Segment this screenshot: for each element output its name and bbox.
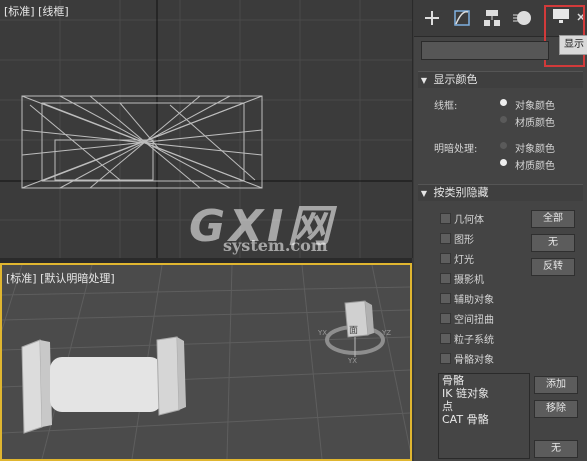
list-item[interactable]: CAT 骨骼: [439, 413, 529, 426]
shapes-label: 图形: [454, 235, 474, 246]
wireframe-label: 线框:: [434, 101, 458, 112]
bone-objects-checkbox[interactable]: [440, 353, 451, 364]
shaded-material-color-radio[interactable]: [500, 159, 507, 166]
modify-icon[interactable]: [450, 6, 474, 30]
lights-label: 灯光: [454, 255, 474, 266]
hierarchy-icon[interactable]: [480, 6, 504, 30]
gizmo-axis-label: YZ: [382, 329, 392, 337]
none-button-bottom[interactable]: 无: [534, 440, 578, 458]
shaded-label: 明暗处理:: [434, 144, 478, 155]
watermark: GXI网 system.com: [189, 190, 364, 260]
display-tooltip: 显示: [559, 35, 587, 55]
spool-object: [21, 336, 186, 434]
object-name-field[interactable]: [421, 41, 549, 60]
none-button[interactable]: 无: [531, 234, 575, 252]
perspective-viewport-label[interactable]: [标准] [默认明暗处理]: [6, 270, 115, 286]
invert-button[interactable]: 反转: [531, 258, 575, 276]
particle-systems-label: 粒子系统: [454, 335, 494, 346]
hide-category-list[interactable]: 骨骼 IK 链对象 点 CAT 骨骼: [438, 373, 530, 459]
watermark-url: system.com: [223, 236, 328, 255]
create-icon[interactable]: [420, 6, 444, 30]
space-warps-label: 空间扭曲: [454, 315, 494, 326]
top-viewport-label[interactable]: [标准] [线框]: [4, 3, 69, 19]
wireframe-object-color-label: 对象颜色: [515, 101, 555, 112]
list-item[interactable]: 点: [439, 400, 529, 413]
wireframe-object-color-radio[interactable]: [500, 99, 507, 106]
shaded-object-color-radio[interactable]: [500, 142, 507, 149]
wireframe-material-color-label: 材质颜色: [515, 118, 555, 129]
wireframe-object: [21, 95, 263, 189]
space-warps-checkbox[interactable]: [440, 313, 451, 324]
cameras-label: 摄影机: [454, 275, 484, 286]
helpers-label: 辅助对象: [454, 295, 494, 306]
collapse-arrow-icon: ▼: [420, 189, 428, 198]
hide-by-category-rollout[interactable]: ▼ 按类别隐藏: [418, 184, 583, 201]
remove-button[interactable]: 移除: [534, 400, 578, 418]
list-item[interactable]: 骨骼: [439, 374, 529, 387]
rollout-title: 按类别隐藏: [433, 186, 489, 199]
lights-checkbox[interactable]: [440, 253, 451, 264]
particle-systems-checkbox[interactable]: [440, 333, 451, 344]
gizmo-axis-label: YX: [348, 357, 358, 365]
rollout-title: 显示颜色: [433, 73, 478, 86]
geometry-checkbox[interactable]: [440, 213, 451, 224]
shapes-checkbox[interactable]: [440, 233, 451, 244]
display-color-rollout[interactable]: ▼ 显示颜色: [418, 71, 583, 88]
gizmo-face-label: 面: [349, 326, 359, 336]
geometry-label: 几何体: [454, 215, 484, 226]
motion-icon[interactable]: [510, 6, 534, 30]
all-button[interactable]: 全部: [531, 210, 575, 228]
add-button[interactable]: 添加: [534, 376, 578, 394]
command-panel: 显示 ▼ 显示颜色 线框: 对象颜色 材质颜色 明暗处理: 对象颜色 材质颜色 …: [414, 0, 587, 461]
collapse-arrow-icon: ▼: [420, 76, 428, 85]
perspective-viewport[interactable]: [标准] [默认明暗处理] 面 YX YZ YX: [0, 263, 412, 461]
shaded-material-color-label: 材质颜色: [515, 161, 555, 172]
helpers-checkbox[interactable]: [440, 293, 451, 304]
bone-objects-label: 骨骼对象: [454, 355, 494, 366]
shaded-object-color-label: 对象颜色: [515, 144, 555, 155]
gizmo-axis-label: YX: [318, 329, 328, 337]
cameras-checkbox[interactable]: [440, 273, 451, 284]
list-item[interactable]: IK 链对象: [439, 387, 529, 400]
wireframe-material-color-radio[interactable]: [500, 116, 507, 123]
